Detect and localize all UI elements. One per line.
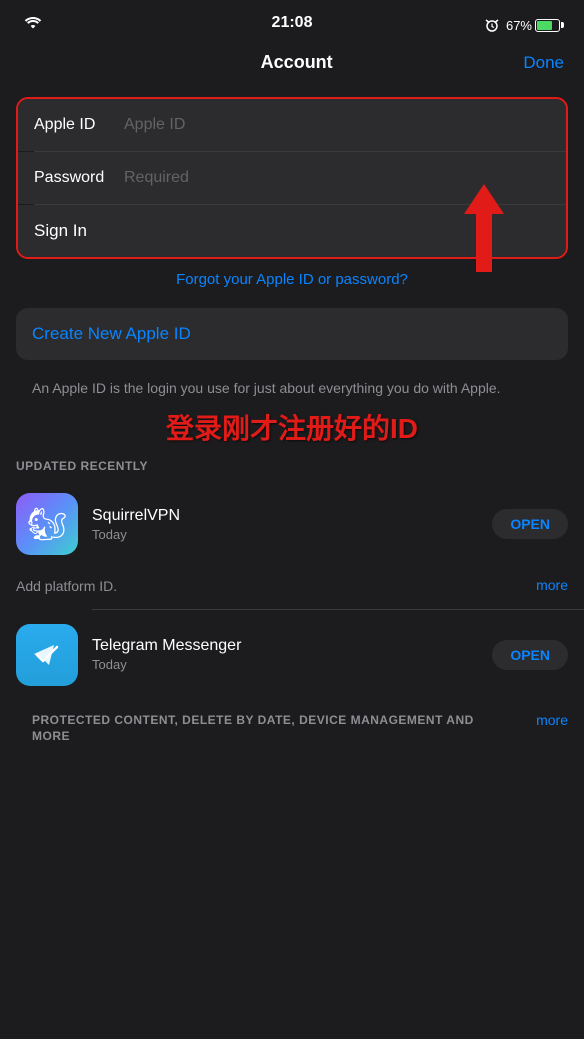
chinese-instruction: 登录刚才注册好的ID: [166, 413, 418, 444]
battery-icon: [535, 19, 560, 32]
password-row: Password: [18, 152, 566, 204]
battery-percent-text: 67%: [506, 18, 532, 33]
squirrelvpn-app-item: 🐿 SquirrelVPN Today OPEN: [0, 479, 584, 569]
apple-id-row: Apple ID: [18, 99, 566, 151]
create-new-apple-id-link[interactable]: Create New Apple ID: [32, 324, 191, 343]
description-text: An Apple ID is the login you use for jus…: [32, 378, 552, 403]
telegram-name: Telegram Messenger: [92, 637, 478, 655]
apple-id-input[interactable]: [124, 116, 550, 134]
header: Account Done: [0, 44, 584, 89]
battery-indicator: 67%: [506, 18, 560, 33]
status-bar: 21:08 67%: [0, 0, 584, 44]
alarm-icon: [484, 17, 500, 33]
sign-in-row[interactable]: Sign In: [18, 205, 566, 257]
description-area: An Apple ID is the login you use for jus…: [0, 368, 584, 407]
squirrelvpn-more-link[interactable]: more: [536, 577, 568, 593]
squirrelvpn-date: Today: [92, 527, 478, 542]
password-label: Password: [34, 169, 124, 187]
status-right-area: 67%: [484, 17, 560, 33]
login-form: Apple ID Password Sign In: [16, 97, 568, 259]
signal-wifi-area: [24, 16, 42, 34]
squirrelvpn-desc: Add platform ID.: [16, 577, 528, 597]
protected-content-area: PROTECTED CONTENT, DELETE BY DATE, DEVIC…: [0, 700, 584, 754]
chinese-overlay-text: 登录刚才注册好的ID: [16, 407, 568, 447]
squirrelvpn-info: SquirrelVPN Today: [92, 507, 478, 542]
updated-recently-label: UPDATED RECENTLY: [16, 459, 568, 473]
page-title: Account: [70, 52, 523, 73]
create-new-apple-id-section: Create New Apple ID: [16, 308, 568, 360]
forgot-link-area: Forgot your Apple ID or password?: [0, 259, 584, 300]
forgot-password-link[interactable]: Forgot your Apple ID or password?: [0, 259, 584, 300]
telegram-open-button[interactable]: OPEN: [492, 640, 568, 670]
telegram-info: Telegram Messenger Today: [92, 637, 478, 672]
sign-in-text: Sign In: [34, 221, 87, 240]
squirrelvpn-open-button[interactable]: OPEN: [492, 509, 568, 539]
protected-content-label: PROTECTED CONTENT, DELETE BY DATE, DEVIC…: [32, 712, 512, 746]
wifi-icon: [24, 16, 42, 30]
password-input[interactable]: [124, 169, 550, 187]
apple-id-label: Apple ID: [34, 116, 124, 134]
done-button[interactable]: Done: [523, 53, 564, 73]
telegram-icon: [16, 624, 78, 686]
telegram-app-item: Telegram Messenger Today OPEN: [0, 610, 584, 700]
squirrelvpn-name: SquirrelVPN: [92, 507, 478, 525]
status-time: 21:08: [272, 14, 313, 32]
squirrelvpn-more-row: Add platform ID. more: [0, 569, 584, 609]
squirrelvpn-icon: 🐿: [16, 493, 78, 555]
telegram-date: Today: [92, 657, 478, 672]
telegram-more-link[interactable]: more: [536, 712, 568, 728]
